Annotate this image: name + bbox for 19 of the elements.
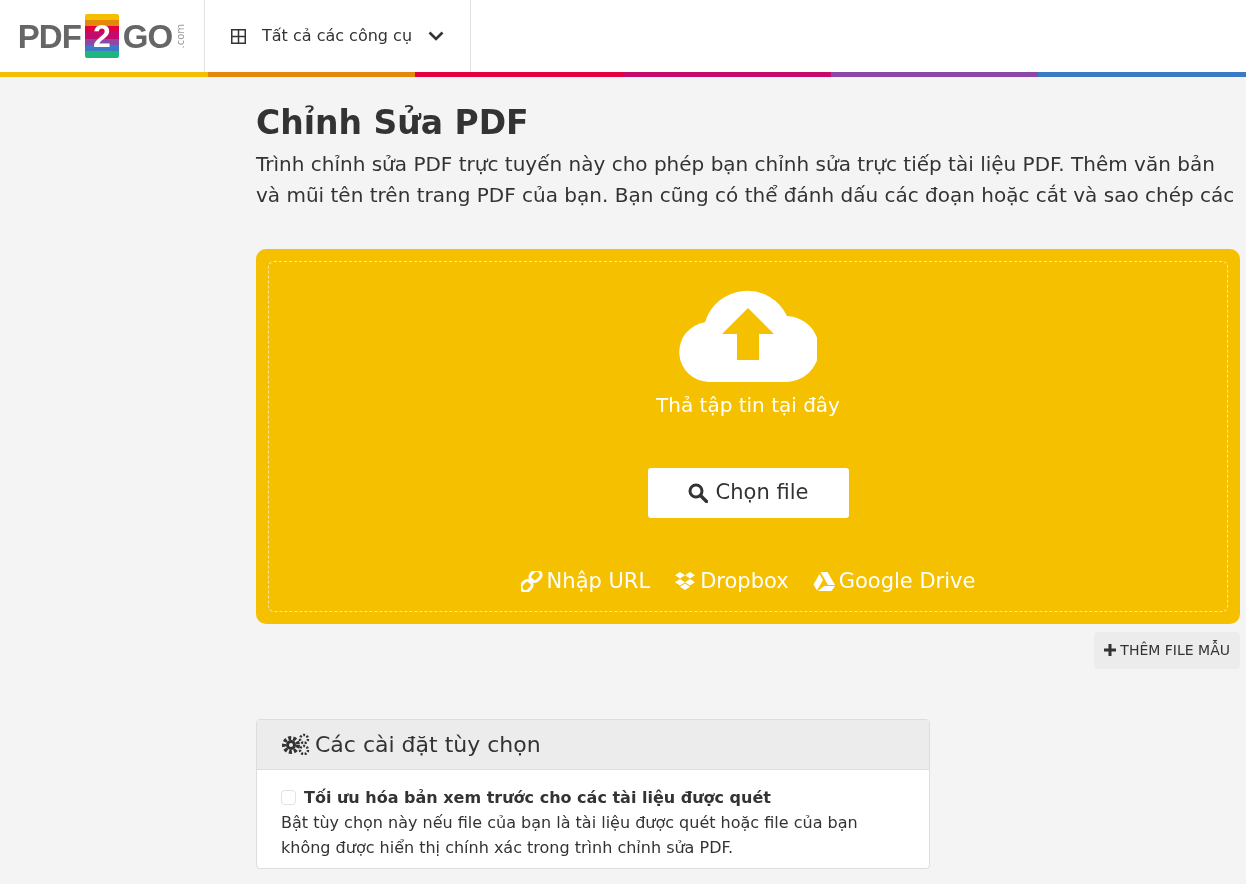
search-icon	[687, 482, 708, 503]
drive-icon	[812, 570, 835, 592]
gears-icon	[281, 733, 311, 756]
checkbox[interactable]	[281, 790, 296, 806]
page-title: Chỉnh Sửa PDF	[256, 103, 530, 143]
grid-icon	[231, 28, 246, 44]
dropbox-icon	[674, 570, 697, 592]
option-help-text: Bật tùy chọn này nếu file của bạn là tài liệu được quét hoặc file của bạn không được hiển thị chính xác trong trình chỉnh sửa PDF.	[281, 811, 859, 859]
drop-text: Thả tập tin tại đây	[656, 391, 840, 419]
description-text: và mũi tên trên trang PDF của bạn. Bạn cũng có thể đánh dấu các đoạn hoặc cắt và sao chép các	[256, 181, 1236, 209]
logo[interactable]: PDF 2 GO .com	[17, 14, 187, 58]
choose-file-button[interactable]: Chọn file	[647, 467, 849, 518]
plus-icon	[1104, 644, 1117, 657]
description-text: Trình chỉnh sửa PDF trực tuyến này cho phép bạn chỉnh sửa trực tiếp tài liệu PDF. Thêm văn bản	[256, 150, 1216, 178]
add-sample-button[interactable]: THÊM FILE MẪU	[1094, 631, 1240, 669]
settings-title: Các cài đặt tùy chọn	[315, 730, 541, 759]
option-label: Tối ưu hóa bản xem trước cho các tài liệu được quét	[304, 786, 771, 809]
link-icon	[520, 570, 543, 592]
chevron-icon	[428, 31, 444, 41]
